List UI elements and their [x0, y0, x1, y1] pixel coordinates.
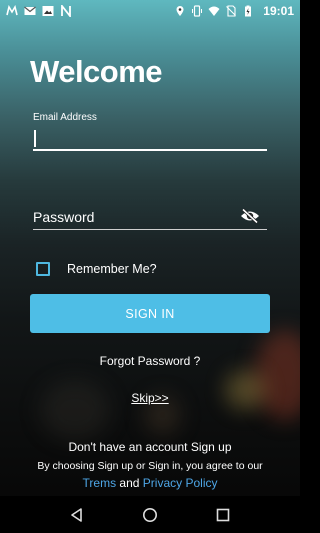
m-app-icon [6, 4, 18, 17]
recents-icon[interactable] [213, 505, 233, 525]
wifi-icon [208, 5, 220, 17]
background-blur [40, 380, 110, 440]
image-icon [42, 5, 54, 17]
location-icon [174, 5, 186, 17]
home-icon[interactable] [140, 505, 160, 525]
gmail-icon [24, 5, 36, 17]
text-caret [34, 130, 36, 147]
sign-up-link[interactable]: Don't have an account Sign up [0, 440, 300, 454]
remember-me-checkbox[interactable] [36, 262, 50, 276]
navigation-bar [0, 496, 300, 533]
email-label: Email Address [33, 112, 97, 123]
legal-links: Trems and Privacy Policy [0, 476, 300, 490]
remember-me-row[interactable]: Remember Me? [36, 262, 157, 276]
vibrate-icon [191, 5, 203, 17]
agreement-text: By choosing Sign up or Sign in, you agre… [37, 460, 263, 472]
eye-off-icon[interactable] [240, 208, 260, 224]
background-blur [255, 330, 300, 420]
and-text: and [119, 476, 140, 490]
email-field[interactable] [33, 127, 267, 151]
battery-charging-icon [242, 5, 254, 17]
status-time: 19:01 [263, 4, 294, 18]
sign-in-button[interactable]: SIGN IN [30, 294, 270, 333]
n-app-icon [60, 3, 72, 19]
password-field[interactable] [33, 205, 267, 230]
welcome-title: Welcome [30, 54, 163, 89]
login-screen: 19:01 Welcome Email Address Remember Me?… [0, 0, 300, 533]
back-icon[interactable] [67, 505, 87, 525]
no-sim-icon [225, 5, 237, 17]
privacy-policy-link[interactable]: Privacy Policy [143, 476, 218, 490]
remember-me-label: Remember Me? [67, 262, 157, 276]
skip-link[interactable]: Skip>> [0, 391, 300, 405]
forgot-password-link[interactable]: Forgot Password ? [0, 354, 300, 368]
terms-link[interactable]: Trems [83, 476, 117, 490]
status-bar: 19:01 [0, 0, 300, 22]
